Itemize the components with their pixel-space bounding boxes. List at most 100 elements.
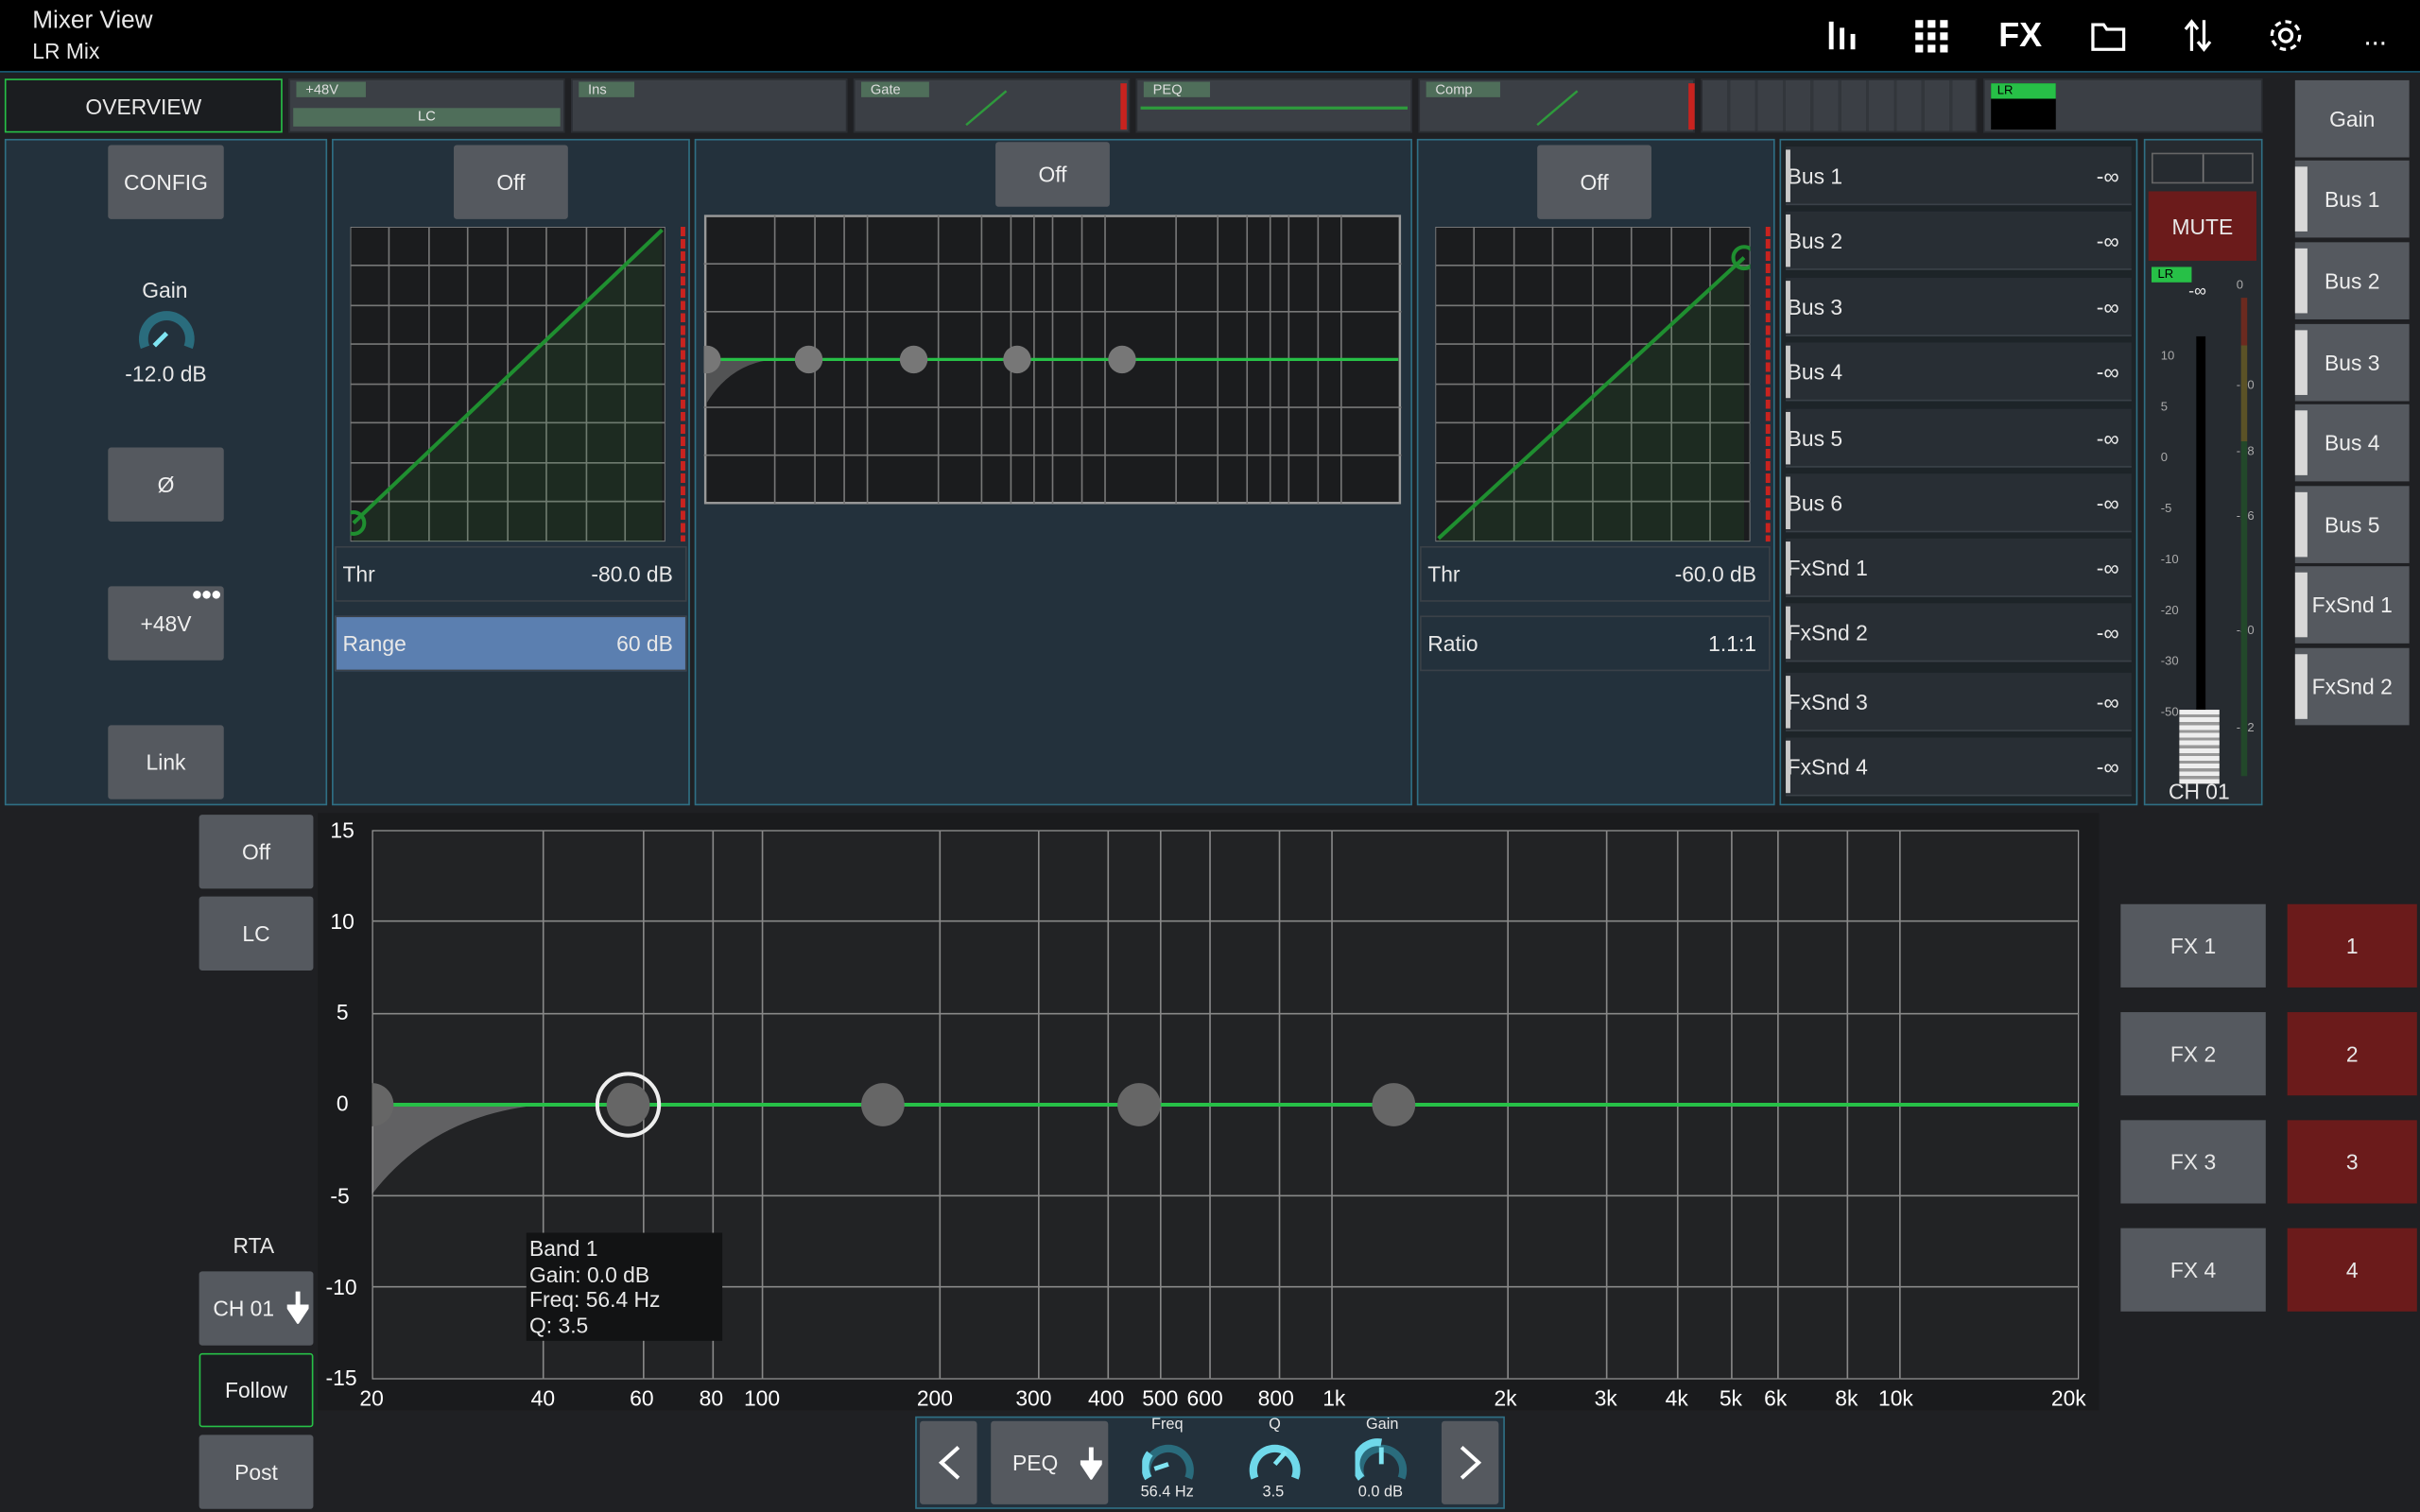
right-send-bus1[interactable]: Bus 1	[2294, 160, 2410, 238]
send-row[interactable]: FxSnd 2 -∞	[1786, 603, 2132, 662]
rta-label: RTA	[233, 1232, 275, 1258]
tab-gate[interactable]: Gate	[853, 78, 1131, 133]
send-row[interactable]: Bus 4 -∞	[1786, 342, 2132, 402]
rta-source-select[interactable]: CH 01	[199, 1271, 314, 1346]
comp-thr-label: Thr	[1427, 561, 1461, 587]
send-row[interactable]: Bus 3 -∞	[1786, 277, 2132, 336]
tab-comp[interactable]: Comp	[1418, 78, 1695, 133]
eq-x-label: 4k	[1665, 1385, 1688, 1411]
q-knob-label: Q	[1269, 1416, 1281, 1434]
eq-off-button[interactable]: Off	[199, 815, 314, 889]
eq-x-label: 400	[1088, 1385, 1125, 1411]
fx3-slot[interactable]: 3	[2287, 1120, 2417, 1204]
right-gain-button[interactable]: Gain	[2294, 79, 2410, 158]
freq-knob[interactable]	[1142, 1438, 1195, 1485]
send-fader-bar	[2294, 248, 2308, 314]
channel-name: CH 01	[2168, 779, 2230, 804]
eq-y-label: -10	[325, 1274, 357, 1299]
phantom-more-icon[interactable]: ●●●	[191, 583, 221, 605]
fx4-button[interactable]: FX 4	[2120, 1228, 2266, 1312]
mini-eq-graph[interactable]	[703, 214, 1402, 505]
follow-button[interactable]: Follow	[199, 1352, 314, 1428]
send-row[interactable]: Bus 1 -∞	[1786, 146, 2132, 206]
fader-tick: 0	[2160, 450, 2169, 465]
chevron-right-icon	[1459, 1445, 1481, 1480]
comp-thr-value: -60.0 dB	[1674, 561, 1757, 587]
folder-icon[interactable]	[2085, 12, 2132, 59]
tab-insert[interactable]: Ins	[571, 78, 848, 133]
eq-x-label: 200	[916, 1385, 953, 1411]
lr-assign-badge[interactable]: LR	[2151, 266, 2192, 283]
fx1-button[interactable]: FX 1	[2120, 903, 2266, 988]
config-button[interactable]: CONFIG	[108, 145, 224, 219]
send-fader-bar	[1786, 149, 1790, 202]
eq-type-select[interactable]: PEQ	[991, 1420, 1109, 1504]
tab-sends[interactable]	[1701, 78, 1978, 133]
comp-threshold-row[interactable]: Thr -60.0 dB	[1420, 545, 1771, 602]
send-name: FxSnd 1	[1787, 554, 1868, 580]
comp-ratio-row[interactable]: Ratio 1.1:1	[1420, 615, 1771, 672]
gate-off-button[interactable]: Off	[454, 145, 568, 219]
send-fader-bar	[1786, 740, 1790, 794]
prev-band-button[interactable]	[920, 1420, 977, 1504]
send-name: Bus 3	[1787, 294, 1843, 319]
eq-lc-button[interactable]: LC	[199, 896, 314, 971]
send-row[interactable]: FxSnd 3 -∞	[1786, 672, 2132, 731]
mini-eq-off-button[interactable]: Off	[995, 142, 1110, 207]
q-knob[interactable]	[1249, 1438, 1302, 1485]
gate-range-row[interactable]: Range 60 dB	[335, 615, 687, 672]
next-band-button[interactable]	[1441, 1420, 1499, 1504]
send-row[interactable]: Bus 6 -∞	[1786, 473, 2132, 533]
right-send-bus3[interactable]: Bus 3	[2294, 323, 2410, 402]
fader-handle[interactable]	[2179, 710, 2220, 784]
tab-overview[interactable]: OVERVIEW	[4, 78, 283, 133]
phase-button[interactable]: Ø	[108, 447, 224, 522]
right-send-fxsnd2[interactable]: FxSnd 2	[2294, 647, 2410, 726]
tab-main[interactable]: LR	[1983, 78, 2263, 133]
comp-off-button[interactable]: Off	[1537, 145, 1651, 219]
right-send-bus4[interactable]: Bus 4	[2294, 404, 2410, 482]
gear-icon[interactable]	[2263, 12, 2309, 59]
gate-threshold-row[interactable]: Thr -80.0 dB	[335, 545, 687, 602]
fx2-button[interactable]: FX 2	[2120, 1012, 2266, 1096]
gate-graph[interactable]	[350, 227, 666, 542]
send-row[interactable]: Bus 2 -∞	[1786, 211, 2132, 270]
band-gain-knob[interactable]	[1355, 1438, 1409, 1485]
send-label: Bus 4	[2324, 430, 2380, 455]
channel-level: -∞	[2188, 282, 2206, 301]
eq-type-value: PEQ	[1012, 1450, 1059, 1475]
eq-y-label: 15	[330, 817, 354, 843]
tab-config[interactable]: +48V LC	[288, 78, 565, 133]
fx3-button[interactable]: FX 3	[2120, 1120, 2266, 1204]
meters-icon[interactable]	[1820, 12, 1866, 59]
send-row[interactable]: FxSnd 1 -∞	[1786, 538, 2132, 597]
more-icon[interactable]: ...	[2352, 12, 2398, 59]
mute-button[interactable]: MUTE	[2148, 191, 2257, 261]
right-send-bus2[interactable]: Bus 2	[2294, 242, 2410, 319]
eq-y-label: 5	[336, 999, 349, 1025]
gain-value: -12.0 dB	[125, 361, 207, 387]
send-row[interactable]: Bus 5 -∞	[1786, 408, 2132, 468]
eq-x-label: 800	[1257, 1385, 1294, 1411]
send-row[interactable]: FxSnd 4 -∞	[1786, 737, 2132, 797]
routing-icon[interactable]	[2174, 12, 2221, 59]
eq-x-label: 80	[699, 1385, 724, 1411]
eq-x-label: 10k	[1877, 1385, 1913, 1411]
right-send-fxsnd1[interactable]: FxSnd 1	[2294, 566, 2410, 644]
channel-pan-box[interactable]	[2151, 152, 2254, 184]
send-name: FxSnd 4	[1787, 753, 1868, 779]
fx2-slot[interactable]: 2	[2287, 1012, 2417, 1096]
send-value: -∞	[2096, 424, 2119, 450]
send-label: Bus 2	[2324, 268, 2380, 294]
link-button[interactable]: Link	[108, 725, 224, 799]
right-send-bus5[interactable]: Bus 5	[2294, 486, 2410, 563]
gain-knob[interactable]	[137, 304, 196, 361]
fx4-slot[interactable]: 4	[2287, 1228, 2417, 1312]
comp-graph[interactable]	[1435, 227, 1751, 542]
fx-button[interactable]: FX	[1997, 12, 2044, 59]
grid-icon[interactable]	[1908, 12, 1954, 59]
fx1-slot[interactable]: 1	[2287, 903, 2417, 988]
post-button[interactable]: Post	[199, 1435, 314, 1509]
chevron-left-icon	[938, 1445, 959, 1480]
tab-peq[interactable]: PEQ	[1135, 78, 1412, 133]
